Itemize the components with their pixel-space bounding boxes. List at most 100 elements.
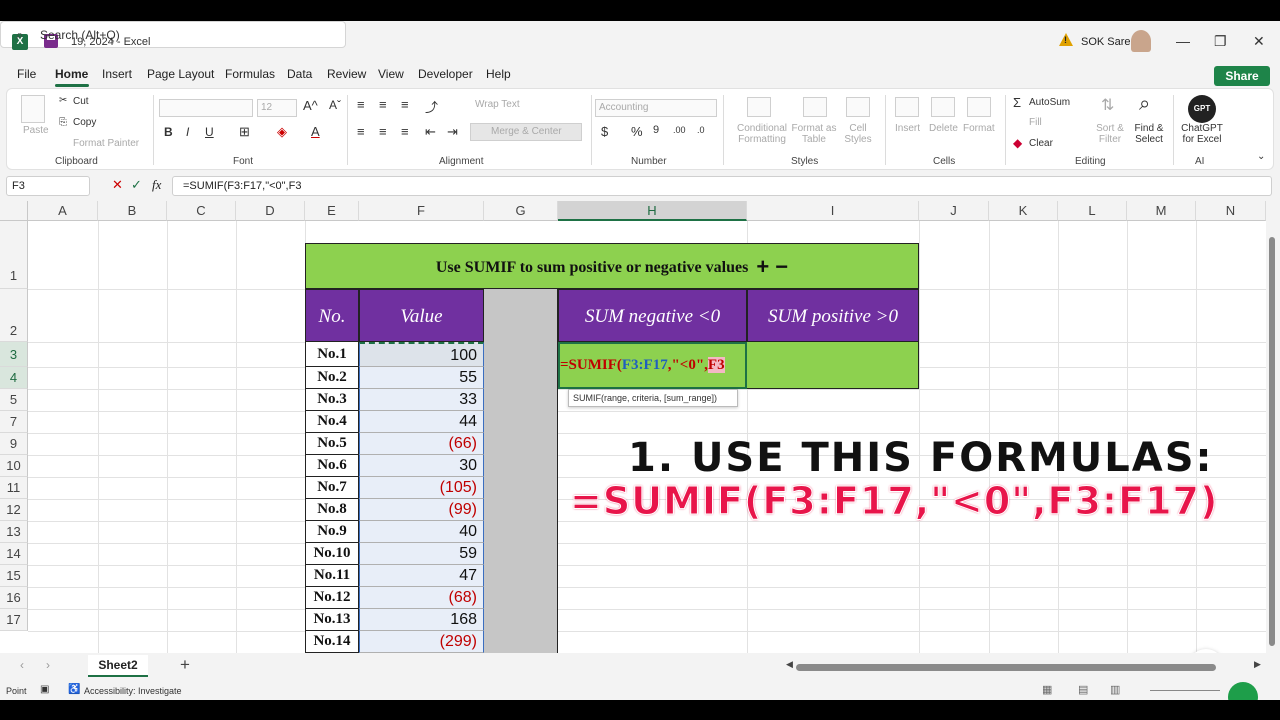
row-header-7[interactable]: 7	[0, 411, 28, 433]
header-value[interactable]: Value	[359, 289, 484, 342]
row-header-4[interactable]: 4	[0, 367, 28, 389]
table-row-no[interactable]: No.11	[305, 565, 359, 587]
insert-cells-icon[interactable]	[895, 97, 919, 117]
table-row-value[interactable]: (68)	[359, 587, 484, 609]
title-banner-cell[interactable]: Use SUMIF to sum positive or negative va…	[305, 243, 919, 289]
menu-developer[interactable]: Developer	[418, 67, 473, 81]
decrease-indent-icon[interactable]: ⇤	[425, 124, 436, 140]
copy-icon[interactable]: ⎘	[59, 117, 67, 128]
orientation-icon[interactable]: ⤴	[425, 97, 438, 116]
cancel-entry-icon[interactable]: ✕	[112, 177, 123, 193]
vertical-scroll-thumb[interactable]	[1269, 237, 1275, 646]
table-row-no[interactable]: No.12	[305, 587, 359, 609]
collapse-ribbon-icon[interactable]: ⌄	[1257, 151, 1265, 162]
conditional-formatting-icon[interactable]	[747, 97, 771, 117]
table-row-no[interactable]: No.4	[305, 411, 359, 433]
table-row-value[interactable]: 44	[359, 411, 484, 433]
chatgpt-button[interactable]: ChatGPT for Excel	[1177, 123, 1227, 145]
zoom-slider[interactable]	[1150, 690, 1220, 691]
insert-function-icon[interactable]: fx	[152, 177, 161, 193]
name-box[interactable]: F3	[6, 176, 90, 196]
row-header-3[interactable]: 3	[0, 342, 28, 367]
italic-icon[interactable]: I	[186, 125, 189, 139]
delete-cells-icon[interactable]	[931, 97, 955, 117]
table-row-value[interactable]: 30	[359, 455, 484, 477]
currency-icon[interactable]: $	[601, 124, 608, 139]
chatgpt-icon[interactable]: GPT	[1188, 95, 1216, 123]
column-header-i[interactable]: I	[747, 201, 919, 221]
cell-styles-icon[interactable]	[846, 97, 870, 117]
header-no[interactable]: No.	[305, 289, 359, 342]
sort-filter-icon[interactable]: ⇅	[1101, 95, 1114, 115]
table-row-no[interactable]: No.10	[305, 543, 359, 565]
active-formula-cell[interactable]: =SUMIF(F3:F17,"<0",F3	[558, 342, 747, 389]
menu-page-layout[interactable]: Page Layout	[147, 67, 214, 81]
row-header-12[interactable]: 12	[0, 499, 28, 521]
horizontal-scroll-thumb[interactable]	[796, 664, 1216, 671]
function-tooltip[interactable]: SUMIF(range, criteria, [sum_range])	[568, 389, 738, 407]
table-row-no[interactable]: No.2	[305, 367, 359, 389]
scroll-left-icon[interactable]: ◀	[786, 659, 793, 670]
table-row-no[interactable]: No.13	[305, 609, 359, 631]
worksheet-grid[interactable]: A B C D E F G H I J K L M N 1 2 3 4 5 7 …	[0, 201, 1266, 653]
row-header-9[interactable]: 9	[0, 433, 28, 455]
table-row-value[interactable]: (105)	[359, 477, 484, 499]
column-header-m[interactable]: M	[1127, 201, 1196, 221]
align-right-icon[interactable]: ≡	[401, 124, 409, 139]
menu-insert[interactable]: Insert	[102, 67, 132, 81]
paste-icon[interactable]	[21, 95, 45, 123]
bold-icon[interactable]: B	[164, 125, 173, 139]
table-row-no[interactable]: No.7	[305, 477, 359, 499]
number-format-select[interactable]: Accounting	[595, 99, 717, 117]
font-color-icon[interactable]: A	[311, 124, 320, 139]
sheet-tab-sheet2[interactable]: Sheet2	[88, 655, 148, 677]
table-row-no[interactable]: No.6	[305, 455, 359, 477]
column-header-k[interactable]: K	[989, 201, 1058, 221]
table-row-no[interactable]: No.9	[305, 521, 359, 543]
row-header-13[interactable]: 13	[0, 521, 28, 543]
macro-record-icon[interactable]: ▣	[40, 684, 49, 695]
format-cells-icon[interactable]	[967, 97, 991, 117]
row-header-5[interactable]: 5	[0, 389, 28, 411]
page-layout-view-icon[interactable]: ▤	[1078, 683, 1088, 696]
align-middle-icon[interactable]: ≡	[379, 97, 387, 112]
table-row-no[interactable]: No.1	[305, 342, 359, 367]
normal-view-icon[interactable]: ▦	[1042, 683, 1052, 696]
column-header-j[interactable]: J	[919, 201, 989, 221]
page-break-view-icon[interactable]: ▥	[1110, 683, 1120, 696]
row-header-15[interactable]: 15	[0, 565, 28, 587]
table-row-no[interactable]: No.14	[305, 631, 359, 653]
conditional-formatting-button[interactable]: Conditional Formatting	[732, 123, 792, 145]
header-sum-positive[interactable]: SUM positive >0	[747, 289, 919, 342]
column-header-g[interactable]: G	[484, 201, 558, 221]
column-header-f[interactable]: F	[359, 201, 484, 221]
column-header-c[interactable]: C	[167, 201, 236, 221]
delete-cells-button[interactable]: Delete	[929, 123, 958, 134]
align-left-icon[interactable]: ≡	[357, 124, 365, 139]
column-header-h[interactable]: H	[558, 201, 747, 221]
table-row-value[interactable]: (299)	[359, 631, 484, 653]
table-row-no[interactable]: No.5	[305, 433, 359, 455]
shrink-font-icon[interactable]: Aˇ	[329, 98, 341, 112]
cell-styles-button[interactable]: Cell Styles	[843, 123, 873, 145]
format-cells-button[interactable]: Format	[963, 123, 995, 134]
autosum-icon[interactable]: Σ	[1013, 95, 1021, 110]
clear-button[interactable]: Clear	[1029, 138, 1053, 149]
cut-button[interactable]: Cut	[73, 96, 89, 107]
header-sum-negative[interactable]: SUM negative <0	[558, 289, 747, 342]
row-header-16[interactable]: 16	[0, 587, 28, 609]
table-row-value[interactable]: (99)	[359, 499, 484, 521]
increase-indent-icon[interactable]: ⇥	[447, 124, 458, 140]
row-header-14[interactable]: 14	[0, 543, 28, 565]
table-row-value[interactable]: 59	[359, 543, 484, 565]
wrap-text-button[interactable]: Wrap Text	[475, 99, 520, 110]
table-row-value[interactable]: 100	[359, 342, 484, 367]
table-row-no[interactable]: No.3	[305, 389, 359, 411]
confirm-entry-icon[interactable]: ✓	[131, 177, 142, 193]
table-row-value[interactable]: 33	[359, 389, 484, 411]
select-all-corner[interactable]	[0, 201, 28, 221]
fill-color-icon[interactable]: ◈	[277, 124, 287, 140]
table-row-value[interactable]: (66)	[359, 433, 484, 455]
increase-decimal-icon[interactable]: .00	[673, 125, 686, 135]
accessibility-status[interactable]: Accessibility: Investigate	[84, 686, 182, 696]
